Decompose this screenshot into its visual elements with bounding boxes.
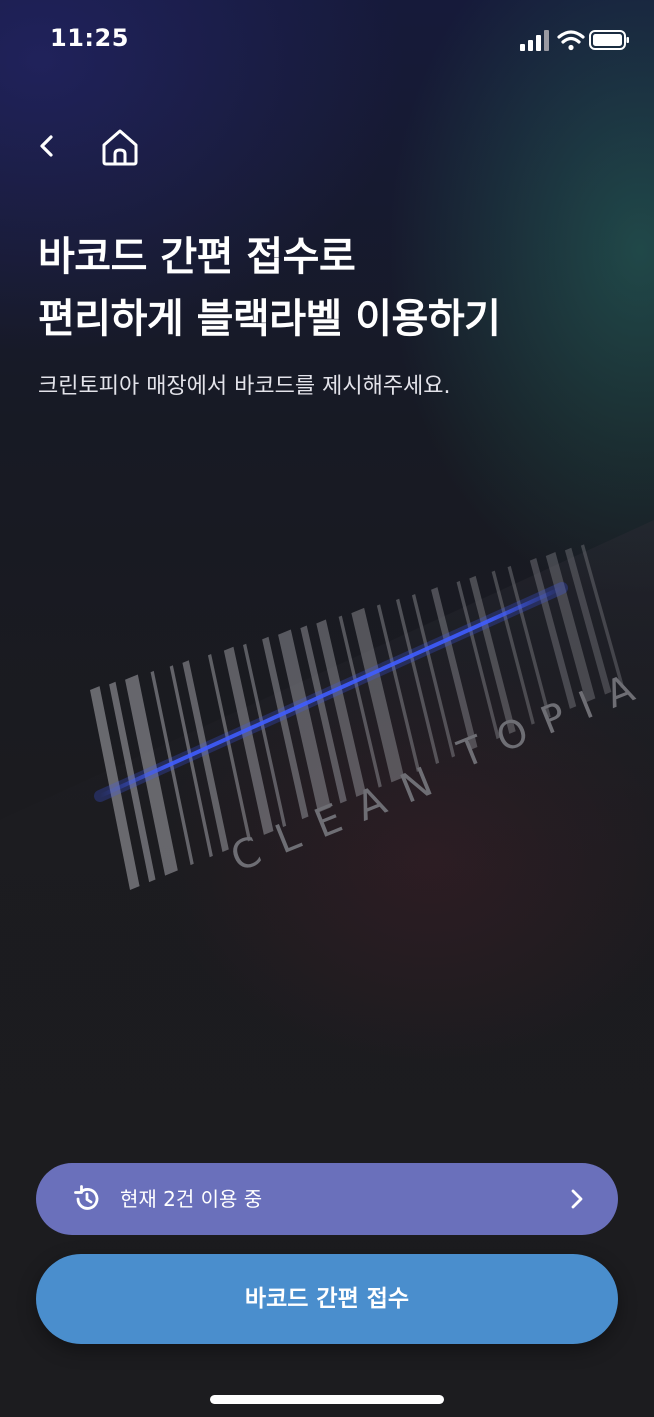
status-bar: 11:25: [0, 0, 654, 86]
chevron-left-icon[interactable]: [30, 126, 64, 168]
chevron-right-icon: [571, 1189, 583, 1209]
usage-status-button[interactable]: 현재 2건 이용 중: [36, 1163, 618, 1235]
wifi-icon: [557, 30, 585, 51]
barcode-quick-register-button[interactable]: 바코드 간편 접수: [36, 1254, 618, 1344]
status-time: 11:25: [50, 24, 129, 52]
page-title-line-2: 편리하게 블랙라벨 이용하기: [38, 296, 501, 342]
page-title: 바코드 간편 접수로 편리하게 블랙라벨 이용하기: [38, 226, 628, 350]
cellular-signal-icon: [520, 30, 549, 51]
home-icon[interactable]: [98, 126, 142, 170]
battery-icon: [589, 30, 629, 50]
status-icons: [520, 30, 629, 51]
usage-status-label: 현재 2건 이용 중: [120, 1187, 263, 1211]
history-icon: [74, 1185, 99, 1210]
page-title-line-1: 바코드 간편 접수로: [38, 234, 356, 280]
page-subtitle: 크린토피아 매장에서 바코드를 제시해주세요.: [38, 374, 451, 399]
barcode-intro-screen: 11:25 바코드 간편 접수로 편리하게 블랙라벨 이용하기 크린토피아 매장…: [0, 0, 654, 1417]
barcode-illustration: CLEAN TOPIA: [0, 520, 654, 980]
home-indicator: [210, 1395, 444, 1404]
